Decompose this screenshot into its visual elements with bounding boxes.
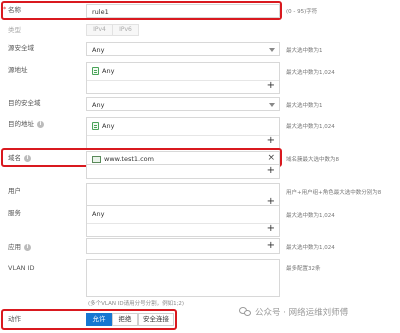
type-ipv4-button[interactable]: IPv4 (86, 24, 113, 36)
src-addr-chip[interactable]: Any (92, 67, 114, 75)
src-zone-select[interactable]: Any (86, 42, 280, 56)
service-label: 服务 (8, 209, 21, 217)
info-icon[interactable]: i (37, 120, 44, 128)
service-chip[interactable]: Any (92, 210, 104, 218)
address-object-icon (92, 67, 99, 75)
src-zone-label: 源安全域 (8, 44, 34, 52)
domain-hint: 域名簇最大选中数为8 (286, 157, 339, 163)
address-object-icon (92, 122, 99, 130)
src-addr-label: 源地址 (8, 66, 28, 74)
dst-zone-select[interactable]: Any (86, 97, 280, 111)
info-icon[interactable]: i (24, 243, 31, 251)
user-hint: 用户+用户组+角色最大选中数分别为8 (286, 190, 382, 196)
service-add-icon[interactable]: + (267, 223, 275, 235)
service-field[interactable]: Any + (86, 205, 280, 237)
vlan-textarea[interactable] (86, 259, 280, 297)
vlan-placeholder: (多个VLAN ID请用分号分割，例如1;2) (88, 301, 185, 307)
action-allow-button[interactable]: 允许 (86, 313, 112, 326)
info-icon[interactable]: i (24, 154, 31, 162)
name-required-mark: * (3, 5, 7, 13)
dst-addr-hint: 最大选中数为1,024 (286, 124, 335, 130)
action-deny-button[interactable]: 拒绝 (112, 313, 138, 326)
domain-object-icon (92, 155, 101, 163)
dst-addr-chip[interactable]: Any (92, 122, 114, 130)
app-add-icon[interactable]: + (267, 240, 275, 252)
name-hint: (0 - 95)字符 (286, 9, 318, 15)
dst-zone-label: 目的安全域 (8, 99, 41, 107)
src-addr-field[interactable]: Any + (86, 62, 280, 94)
app-hint: 最大选中数为1,024 (286, 245, 335, 251)
chevron-down-icon (269, 48, 275, 52)
wechat-icon (239, 307, 251, 317)
type-ipv6-button[interactable]: IPv6 (112, 24, 139, 36)
user-field[interactable] (86, 183, 280, 199)
domain-add-icon[interactable]: + (267, 165, 275, 177)
type-label: 类型 (8, 26, 21, 34)
src-addr-hint: 最大选中数为1,024 (286, 70, 335, 76)
chevron-down-icon (269, 103, 275, 107)
service-hint: 最大选中数为1,024 (286, 213, 335, 219)
domain-add-row: + (86, 165, 280, 179)
domain-field[interactable]: www.test1.com × (86, 151, 280, 165)
vlan-label: VLAN ID (8, 264, 35, 272)
dst-addr-add-icon[interactable]: + (267, 135, 275, 147)
vlan-hint: 最多配置32条 (286, 266, 321, 272)
clear-icon[interactable]: × (267, 153, 275, 164)
dst-zone-hint: 最大选中数为1 (286, 103, 323, 109)
dst-addr-field[interactable]: Any + (86, 117, 280, 149)
domain-label: 域名 i (8, 154, 31, 163)
action-secure-connect-button[interactable]: 安全连接 (138, 313, 174, 326)
domain-chip[interactable]: www.test1.com (92, 155, 154, 163)
name-label: 名称 (8, 6, 21, 14)
watermark: 公众号 · 网络运维刘师傅 (239, 306, 348, 318)
user-label: 用户 (8, 187, 21, 195)
src-addr-add-icon[interactable]: + (267, 80, 275, 92)
action-label: 动作 (8, 315, 21, 323)
name-input[interactable]: rule1 (86, 4, 280, 18)
dst-addr-label: 目的地址 i (8, 120, 44, 129)
src-zone-hint: 最大选中数为1 (286, 48, 323, 54)
app-field[interactable]: + (86, 238, 280, 254)
app-label: 应用 i (8, 243, 31, 252)
